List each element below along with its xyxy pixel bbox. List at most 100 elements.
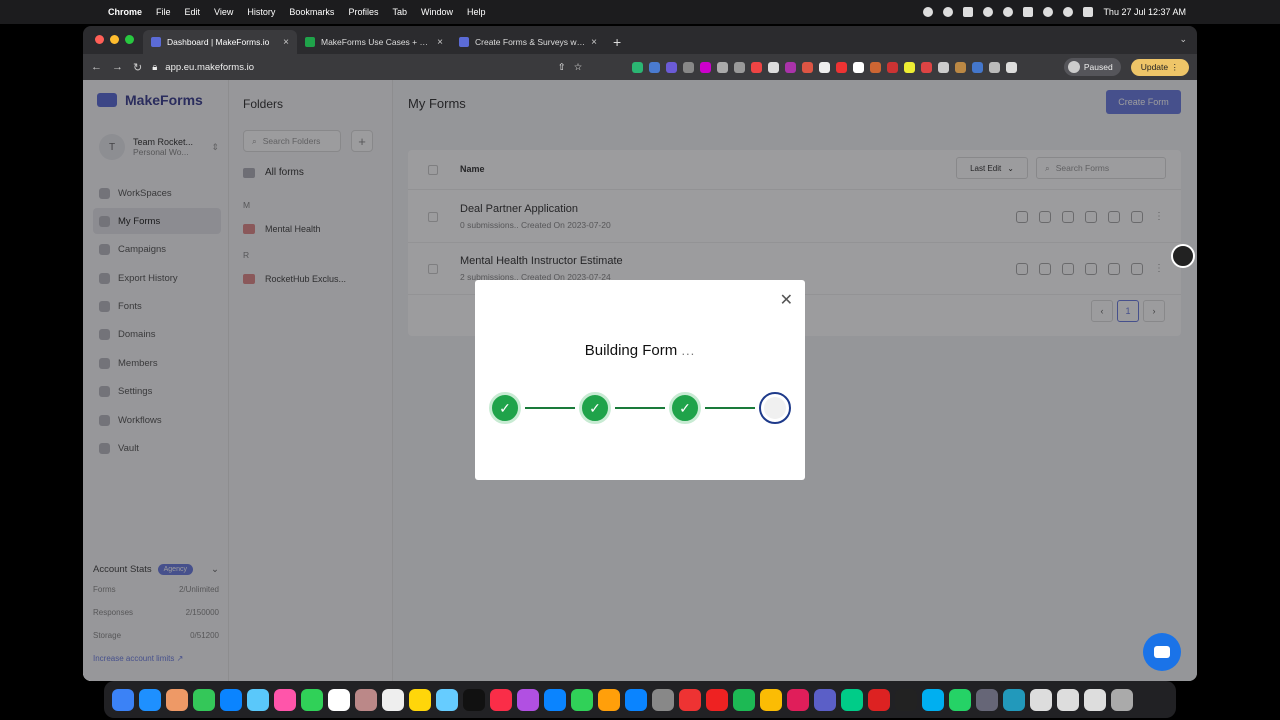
- facetime-icon[interactable]: [301, 688, 323, 711]
- status-icon[interactable]: [963, 7, 974, 17]
- share-icon[interactable]: ⇧: [558, 62, 566, 73]
- extension-icon[interactable]: [853, 61, 865, 73]
- menu-edit[interactable]: Edit: [185, 7, 201, 17]
- extension-icon[interactable]: [666, 61, 678, 73]
- extension-icon[interactable]: [904, 61, 916, 73]
- search-icon[interactable]: [1063, 7, 1074, 17]
- extension-icon[interactable]: [632, 61, 644, 73]
- mail-icon[interactable]: [220, 688, 242, 711]
- close-window-button[interactable]: [95, 35, 104, 44]
- launchpad-icon[interactable]: [166, 688, 188, 711]
- extension-icon[interactable]: [836, 61, 848, 73]
- app-store-icon[interactable]: [625, 688, 647, 711]
- sidebar-toggle-icon[interactable]: [1006, 61, 1018, 73]
- folder-icon[interactable]: [1084, 688, 1106, 711]
- app-icon[interactable]: [706, 688, 728, 711]
- whatsapp-icon[interactable]: [949, 688, 971, 711]
- forward-icon[interactable]: →: [112, 61, 123, 73]
- photos-icon[interactable]: [274, 688, 296, 711]
- slack-icon[interactable]: [787, 688, 809, 711]
- tab-use-cases[interactable]: MakeForms Use Cases + Examples ×: [297, 30, 451, 54]
- battery-icon[interactable]: [1023, 7, 1034, 17]
- extension-icon[interactable]: [649, 61, 661, 73]
- menu-bookmarks[interactable]: Bookmarks: [289, 7, 334, 17]
- extension-icon[interactable]: [921, 61, 933, 73]
- trash-icon[interactable]: [1111, 688, 1133, 711]
- extension-icon[interactable]: [768, 61, 780, 73]
- music-icon[interactable]: [490, 688, 512, 711]
- keynote-icon[interactable]: [544, 688, 566, 711]
- menu-file[interactable]: File: [156, 7, 171, 17]
- messages-icon[interactable]: [193, 688, 215, 711]
- extension-icon[interactable]: [802, 61, 814, 73]
- chat-button[interactable]: [1143, 633, 1181, 671]
- menu-window[interactable]: Window: [421, 7, 453, 17]
- calendar-icon[interactable]: [328, 688, 350, 711]
- tab-search-chevron-icon[interactable]: ⌄: [1179, 34, 1187, 45]
- extension-icon[interactable]: [955, 61, 967, 73]
- wifi-icon[interactable]: [1043, 7, 1054, 17]
- control-center-icon[interactable]: [1083, 7, 1094, 17]
- extension-icon[interactable]: [700, 61, 712, 73]
- close-tab-icon[interactable]: ×: [437, 37, 443, 48]
- freeform-icon[interactable]: [436, 688, 458, 711]
- extension-icon[interactable]: [819, 61, 831, 73]
- menu-tab[interactable]: Tab: [392, 7, 407, 17]
- chrome-icon[interactable]: [760, 688, 782, 711]
- back-icon[interactable]: ←: [91, 61, 102, 73]
- profile-paused-button[interactable]: Paused: [1063, 58, 1121, 76]
- app-icon[interactable]: [868, 688, 890, 711]
- close-tab-icon[interactable]: ×: [283, 37, 289, 48]
- teams-icon[interactable]: [814, 688, 836, 711]
- menu-profiles[interactable]: Profiles: [348, 7, 378, 17]
- reminders-icon[interactable]: [382, 688, 404, 711]
- app-icon[interactable]: [1003, 688, 1025, 711]
- pages-icon[interactable]: [598, 688, 620, 711]
- app-icon[interactable]: [976, 688, 998, 711]
- extension-icon[interactable]: [683, 61, 695, 73]
- tab-create-forms[interactable]: Create Forms & Surveys with M ×: [451, 30, 605, 54]
- extension-icon[interactable]: [972, 61, 984, 73]
- contacts-icon[interactable]: [355, 688, 377, 711]
- close-icon[interactable]: ✕: [780, 290, 793, 310]
- extension-icon[interactable]: [717, 61, 729, 73]
- minimize-window-button[interactable]: [110, 35, 119, 44]
- apple-tv-icon[interactable]: [463, 688, 485, 711]
- extension-icon[interactable]: [751, 61, 763, 73]
- play-icon[interactable]: [1003, 7, 1014, 17]
- podcasts-icon[interactable]: [517, 688, 539, 711]
- edge-icon[interactable]: [841, 688, 863, 711]
- bookmark-star-icon[interactable]: ☆: [574, 62, 583, 73]
- spotify-icon[interactable]: [733, 688, 755, 711]
- finder-icon[interactable]: [112, 688, 134, 711]
- extension-icon[interactable]: [734, 61, 746, 73]
- terminal-icon[interactable]: [895, 688, 917, 711]
- numbers-icon[interactable]: [571, 688, 593, 711]
- menu-app-name[interactable]: Chrome: [108, 7, 142, 17]
- menu-clock[interactable]: Thu 27 Jul 12:37 AM: [1103, 7, 1186, 17]
- notes-icon[interactable]: [409, 688, 431, 711]
- new-tab-icon[interactable]: +: [613, 34, 621, 50]
- zoom-window-button[interactable]: [125, 35, 134, 44]
- reload-icon[interactable]: ↻: [133, 61, 142, 74]
- skype-icon[interactable]: [922, 688, 944, 711]
- menu-history[interactable]: History: [247, 7, 275, 17]
- tab-dashboard[interactable]: Dashboard | MakeForms.io ×: [143, 30, 297, 54]
- bluetooth-icon[interactable]: [983, 7, 994, 17]
- menu-help[interactable]: Help: [467, 7, 486, 17]
- close-tab-icon[interactable]: ×: [591, 37, 597, 48]
- update-button[interactable]: Update ⋮: [1130, 58, 1189, 76]
- floating-extension-icon[interactable]: [1171, 244, 1195, 268]
- status-icon[interactable]: [943, 7, 954, 17]
- status-icon[interactable]: [923, 7, 934, 17]
- safari-icon[interactable]: [139, 688, 161, 711]
- puzzle-icon[interactable]: [989, 61, 1001, 73]
- folder-icon[interactable]: [1057, 688, 1079, 711]
- address-bar[interactable]: 🔒︎ app.eu.makeforms.io ⇧ ☆: [152, 62, 582, 73]
- extension-icon[interactable]: [870, 61, 882, 73]
- app-icon[interactable]: [679, 688, 701, 711]
- system-settings-icon[interactable]: [652, 688, 674, 711]
- extension-icon[interactable]: [887, 61, 899, 73]
- menu-view[interactable]: View: [214, 7, 233, 17]
- maps-icon[interactable]: [247, 688, 269, 711]
